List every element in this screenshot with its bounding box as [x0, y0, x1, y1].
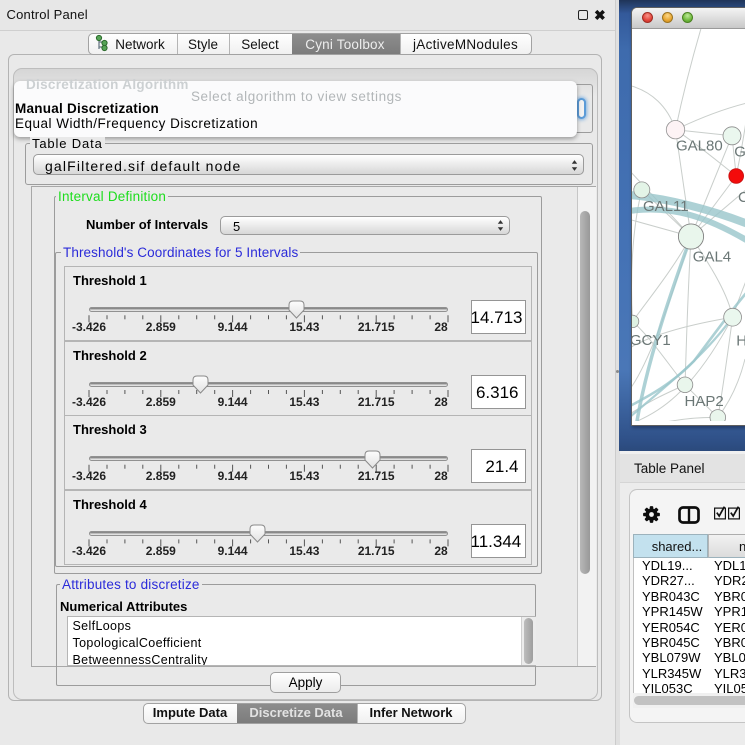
svg-text:C: C: [738, 189, 745, 206]
svg-text:H: H: [736, 332, 745, 349]
svg-text:HAP2: HAP2: [685, 393, 724, 410]
svg-text:GAL11: GAL11: [643, 198, 689, 215]
svg-text:GA: GA: [734, 144, 745, 161]
svg-text:GAL80: GAL80: [676, 138, 723, 155]
svg-text:GCY1: GCY1: [632, 332, 671, 349]
svg-text:GAL4: GAL4: [693, 249, 731, 266]
